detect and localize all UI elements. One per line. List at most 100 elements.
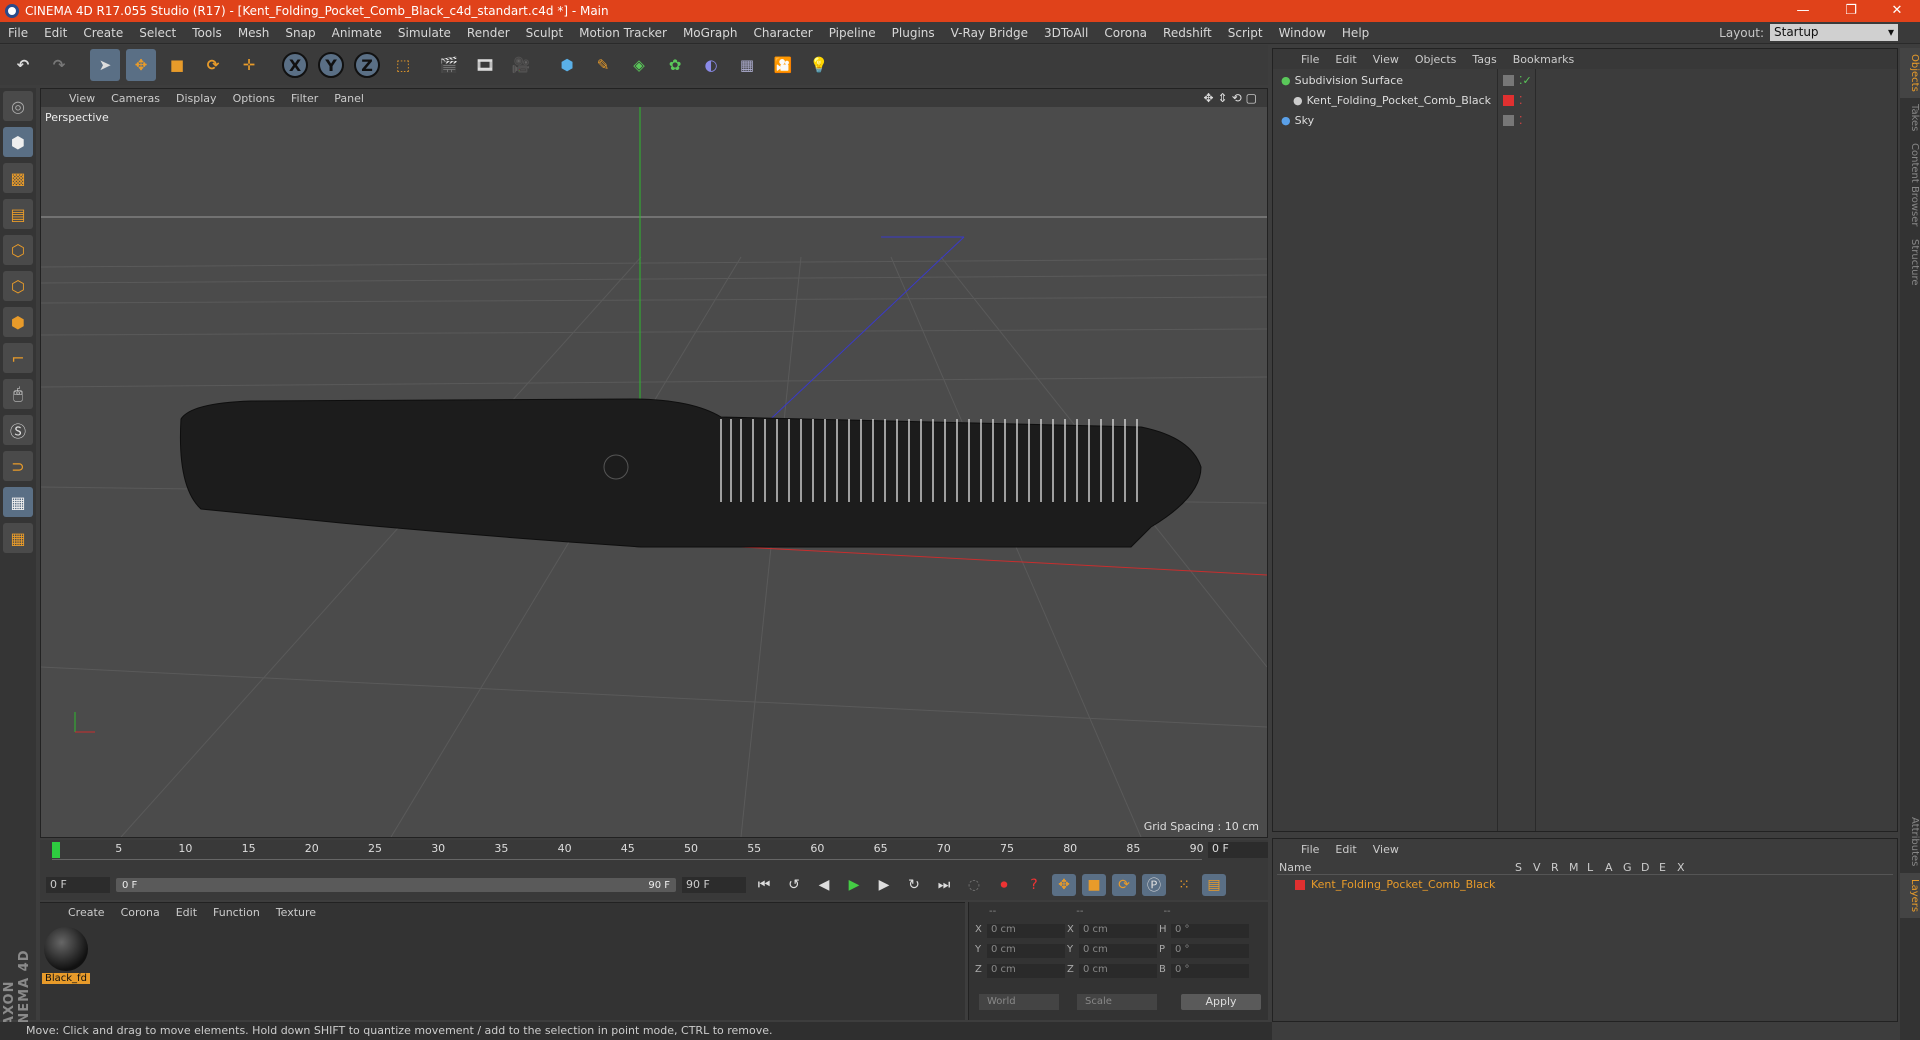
menu-animate[interactable]: Animate	[324, 26, 390, 40]
key-rotation-icon[interactable]: ⟳	[1112, 874, 1136, 896]
scene-canvas[interactable]	[41, 107, 1267, 837]
coord-field[interactable]: 0 cm	[1079, 924, 1157, 938]
coord-field[interactable]: 0 cm	[987, 964, 1065, 978]
menu-render[interactable]: Render	[459, 26, 518, 40]
menu-mesh[interactable]: Mesh	[230, 26, 278, 40]
menu-mograph[interactable]: MoGraph	[675, 26, 746, 40]
key-parameter-icon[interactable]: Ⓟ	[1142, 874, 1166, 896]
menu-script[interactable]: Script	[1220, 26, 1271, 40]
make-editable-icon[interactable]: ◎	[3, 91, 33, 121]
select-arrow-icon[interactable]: ➤	[90, 49, 120, 81]
render-view-icon[interactable]: 🎬	[434, 49, 464, 81]
coord-field[interactable]: 0 °	[1171, 944, 1249, 958]
menu-file[interactable]: File	[0, 26, 36, 40]
coord-mode-dropdown[interactable]: Scale	[1077, 994, 1157, 1010]
floor-icon[interactable]: ▦	[732, 49, 762, 81]
axis-mode-icon[interactable]: ⌐	[3, 343, 33, 373]
objects-menu-objects[interactable]: Objects	[1407, 53, 1465, 66]
menu-create[interactable]: Create	[75, 26, 131, 40]
deformer-icon[interactable]: ◐	[696, 49, 726, 81]
material-menu-edit[interactable]: Edit	[168, 906, 205, 919]
start-frame-field[interactable]: 0 F	[46, 877, 110, 893]
edges-mode-icon[interactable]: ⬡	[3, 271, 33, 301]
right-tab-objects[interactable]: Objects	[1900, 48, 1920, 98]
play-icon[interactable]: ▶	[842, 874, 866, 896]
layer-menu-edit[interactable]: Edit	[1327, 843, 1364, 856]
key-position-icon[interactable]: ✥	[1052, 874, 1076, 896]
layer-menu-file[interactable]: File	[1293, 843, 1327, 856]
current-frame-field[interactable]: 0 F	[1208, 842, 1268, 858]
menu-tools[interactable]: Tools	[184, 26, 230, 40]
coord-field[interactable]: 0 °	[1171, 924, 1249, 938]
layer-name[interactable]: Kent_Folding_Pocket_Comb_Black	[1311, 878, 1495, 891]
undo-icon[interactable]: ↶	[8, 49, 38, 81]
right-tab-content-browser[interactable]: Content Browser	[1900, 137, 1920, 232]
menu-motion-tracker[interactable]: Motion Tracker	[571, 26, 675, 40]
object-name[interactable]: Kent_Folding_Pocket_Comb_Black	[1307, 94, 1491, 107]
viewport-menu-options[interactable]: Options	[225, 92, 283, 105]
viewport-menu-panel[interactable]: Panel	[326, 92, 372, 105]
timeline-ruler[interactable]: 051015202530354045505560657075808590	[52, 842, 1204, 860]
tweak-mode-icon[interactable]: 🖱	[3, 379, 33, 409]
object-name[interactable]: Sky	[1295, 114, 1314, 127]
texture-mode-icon[interactable]: ▩	[3, 163, 33, 193]
menu-v-ray-bridge[interactable]: V-Ray Bridge	[943, 26, 1036, 40]
record-icon[interactable]: ⏺	[992, 874, 1016, 896]
pen-spline-icon[interactable]: ✎	[588, 49, 618, 81]
objects-menu-view[interactable]: View	[1365, 53, 1407, 66]
go-to-start-icon[interactable]: ⏮	[752, 874, 776, 896]
object-name-group[interactable]: ● Sky	[1281, 114, 1314, 127]
x-axis-lock-button[interactable]: X	[280, 49, 310, 81]
enable-dots-icon[interactable]: ⁚✓	[1519, 74, 1532, 87]
menu-sculpt[interactable]: Sculpt	[518, 26, 571, 40]
subdivision-generator-icon[interactable]: ◈	[624, 49, 654, 81]
menu-pipeline[interactable]: Pipeline	[821, 26, 884, 40]
timeline-window-icon[interactable]: ▤	[1202, 874, 1226, 896]
menu-corona[interactable]: Corona	[1096, 26, 1155, 40]
move-tool-icon[interactable]: ✥	[126, 49, 156, 81]
restore-button[interactable]: ❐	[1828, 0, 1874, 22]
model-mode-icon[interactable]: ⬢	[3, 127, 33, 157]
viewport-menu-cameras[interactable]: Cameras	[103, 92, 168, 105]
preview-range-slider[interactable]: 0 F 90 F	[116, 878, 676, 892]
object-row[interactable]: ● Subdivision Surface ⁚✓	[1273, 71, 1899, 90]
autokey-icon[interactable]: ?	[1022, 874, 1046, 896]
menu-snap[interactable]: Snap	[277, 26, 323, 40]
enable-dots-icon[interactable]: ⁚	[1519, 94, 1523, 107]
y-axis-lock-button[interactable]: Y	[316, 49, 346, 81]
camera-icon[interactable]: 🎦	[768, 49, 798, 81]
polygons-mode-icon[interactable]: ⬢	[3, 307, 33, 337]
coordinate-system-icon[interactable]: ⬚	[388, 49, 418, 81]
menu-plugins[interactable]: Plugins	[884, 26, 943, 40]
cloner-icon[interactable]: ✿	[660, 49, 690, 81]
layout-dropdown[interactable]: Startup	[1770, 24, 1898, 41]
objects-menu-edit[interactable]: Edit	[1327, 53, 1364, 66]
coord-field[interactable]: 0 cm	[987, 944, 1065, 958]
viewport-menu-view[interactable]: View	[61, 92, 103, 105]
apply-button[interactable]: Apply	[1181, 994, 1261, 1010]
menu-simulate[interactable]: Simulate	[390, 26, 459, 40]
viewport-menu-display[interactable]: Display	[168, 92, 225, 105]
key-pla-icon[interactable]: ⁙	[1172, 874, 1196, 896]
workplane-icon[interactable]: ▤	[3, 199, 33, 229]
go-to-end-icon[interactable]: ⏭	[932, 874, 956, 896]
viewport-nav-icons[interactable]: ✥⇕⟲▢	[1203, 91, 1261, 105]
right-tab-layers[interactable]: Layers	[1900, 872, 1920, 918]
material-menu-function[interactable]: Function	[205, 906, 268, 919]
object-name[interactable]: Subdivision Surface	[1295, 74, 1403, 87]
menu-select[interactable]: Select	[131, 26, 184, 40]
render-settings-icon[interactable]: 🎥	[506, 49, 536, 81]
coord-field[interactable]: 0 cm	[1079, 944, 1157, 958]
visibility-toggle[interactable]	[1503, 115, 1514, 126]
layer-menu-view[interactable]: View	[1365, 843, 1407, 856]
scale-tool-icon[interactable]: ■	[162, 49, 192, 81]
motion-record-icon[interactable]: ◌	[962, 874, 986, 896]
close-button[interactable]: ✕	[1874, 0, 1920, 22]
prev-frame-icon[interactable]: ◀	[812, 874, 836, 896]
layer-color-swatch[interactable]	[1295, 880, 1305, 890]
menu-redshift[interactable]: Redshift	[1155, 26, 1220, 40]
material-menu-corona[interactable]: Corona	[113, 906, 168, 919]
points-mode-icon[interactable]: ⬡	[3, 235, 33, 265]
object-name-group[interactable]: ● Subdivision Surface	[1281, 74, 1403, 87]
objects-menu-file[interactable]: File	[1293, 53, 1327, 66]
